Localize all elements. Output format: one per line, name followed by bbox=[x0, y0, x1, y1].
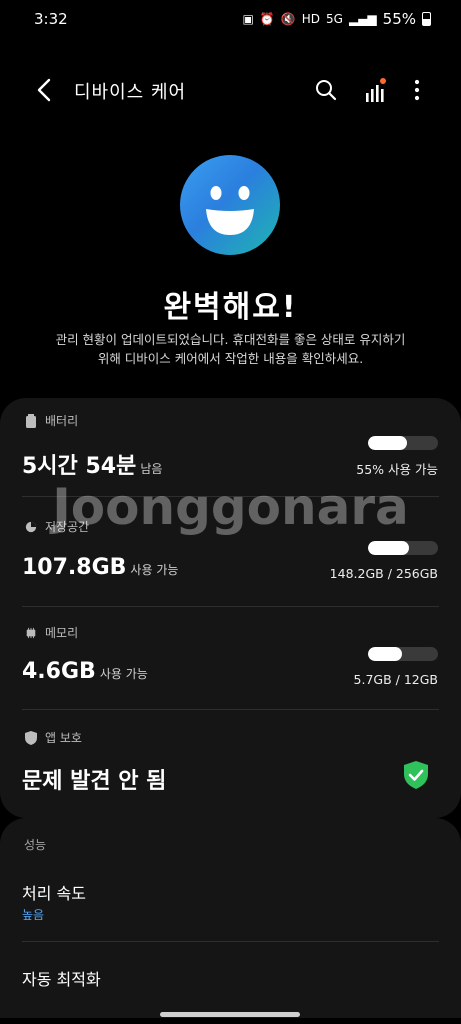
memory-usage-note: 5.7GB / 12GB bbox=[353, 672, 438, 687]
bar-chart-icon bbox=[366, 78, 386, 102]
device-status-card: 배터리 5시간 54분 남음 55% 사용 가능 저장공간 107.8GB 사용 가… bbox=[0, 398, 461, 818]
performance-section-label: 성능 bbox=[24, 838, 47, 852]
battery-progress bbox=[368, 436, 438, 450]
battery-usage-note: 55% 사용 가능 bbox=[356, 462, 438, 477]
battery-percent: 55% bbox=[382, 10, 416, 28]
divider bbox=[22, 709, 439, 710]
diagnostics-button[interactable] bbox=[359, 74, 391, 106]
performance-card: 성능 처리 속도 높음 자동 최적화 bbox=[0, 818, 461, 1018]
battery-progress-fill bbox=[368, 436, 407, 450]
storage-progress bbox=[368, 541, 438, 555]
battery-unit: 남음 bbox=[140, 462, 163, 476]
memory-progress bbox=[368, 647, 438, 661]
notification-badge-icon bbox=[380, 78, 386, 84]
divider bbox=[22, 941, 439, 942]
battery-time-value: 5시간 54분 bbox=[22, 454, 137, 479]
battery-label: 배터리 bbox=[45, 414, 79, 428]
processing-speed-title: 처리 속도 bbox=[22, 884, 86, 903]
processing-speed-row[interactable]: 처리 속도 높음 bbox=[0, 868, 461, 940]
memory-available-value: 4.6GB bbox=[22, 659, 96, 684]
status-time: 3:32 bbox=[34, 10, 68, 28]
app-protection-label: 앱 보호 bbox=[45, 731, 82, 745]
memory-label: 메모리 bbox=[45, 626, 79, 640]
status-description: 관리 현황이 업데이트되었습니다. 휴대전화를 좋은 상태로 유지하기 위해 디… bbox=[20, 330, 441, 368]
signal-icon: ▂▄▆ bbox=[348, 12, 377, 26]
storage-progress-fill bbox=[368, 541, 409, 555]
network-type-icon: 5G bbox=[326, 12, 343, 26]
storage-unit: 사용 가능 bbox=[130, 563, 179, 577]
status-headline: 완벽해요! bbox=[163, 290, 298, 325]
memory-unit: 사용 가능 bbox=[99, 667, 148, 681]
storage-usage-note: 148.2GB / 256GB bbox=[329, 566, 438, 581]
memory-progress-fill bbox=[368, 647, 402, 661]
alarm-icon: ⏰ bbox=[259, 12, 275, 26]
battery-small-icon bbox=[26, 413, 36, 428]
shield-small-icon bbox=[25, 730, 37, 745]
more-options-button[interactable] bbox=[401, 74, 433, 106]
battery-icon bbox=[422, 12, 431, 26]
status-icons: ▣ ⏰ 🔇 HD 5G ▂▄▆ 55% bbox=[243, 10, 431, 28]
shield-check-icon bbox=[404, 761, 428, 789]
divider bbox=[22, 606, 439, 607]
auto-optimization-title: 자동 최적화 bbox=[22, 970, 101, 989]
processing-speed-value: 높음 bbox=[22, 908, 45, 922]
page-title: 디바이스 케어 bbox=[74, 82, 187, 103]
notification-icon: ▣ bbox=[242, 12, 254, 26]
back-arrow-icon bbox=[37, 78, 51, 102]
hd-icon: HD bbox=[301, 12, 321, 26]
storage-available-value: 107.8GB bbox=[22, 555, 127, 580]
mute-icon: 🔇 bbox=[280, 12, 296, 26]
memory-chip-icon bbox=[26, 627, 36, 638]
description-line-1: 관리 현황이 업데이트되었습니다. 휴대전화를 좋은 상태로 유지하기 bbox=[55, 332, 406, 347]
more-vertical-icon bbox=[414, 79, 420, 101]
search-icon bbox=[316, 80, 337, 101]
watermark: Joonggonara bbox=[52, 478, 409, 536]
description-line-2: 위해 디바이스 케어에서 작업한 내용을 확인하세요. bbox=[97, 351, 364, 366]
smiley-face-icon bbox=[180, 155, 280, 255]
app-protection-row[interactable]: 앱 보호 문제 발견 안 됨 bbox=[0, 711, 461, 815]
auto-optimization-row[interactable]: 자동 최적화 bbox=[0, 944, 461, 1004]
home-indicator[interactable] bbox=[160, 1012, 300, 1017]
back-button[interactable] bbox=[30, 74, 58, 106]
search-button[interactable] bbox=[310, 74, 342, 106]
app-protection-value: 문제 발견 안 됨 bbox=[22, 769, 167, 794]
memory-row[interactable]: 메모리 4.6GB 사용 가능 5.7GB / 12GB bbox=[0, 608, 461, 708]
